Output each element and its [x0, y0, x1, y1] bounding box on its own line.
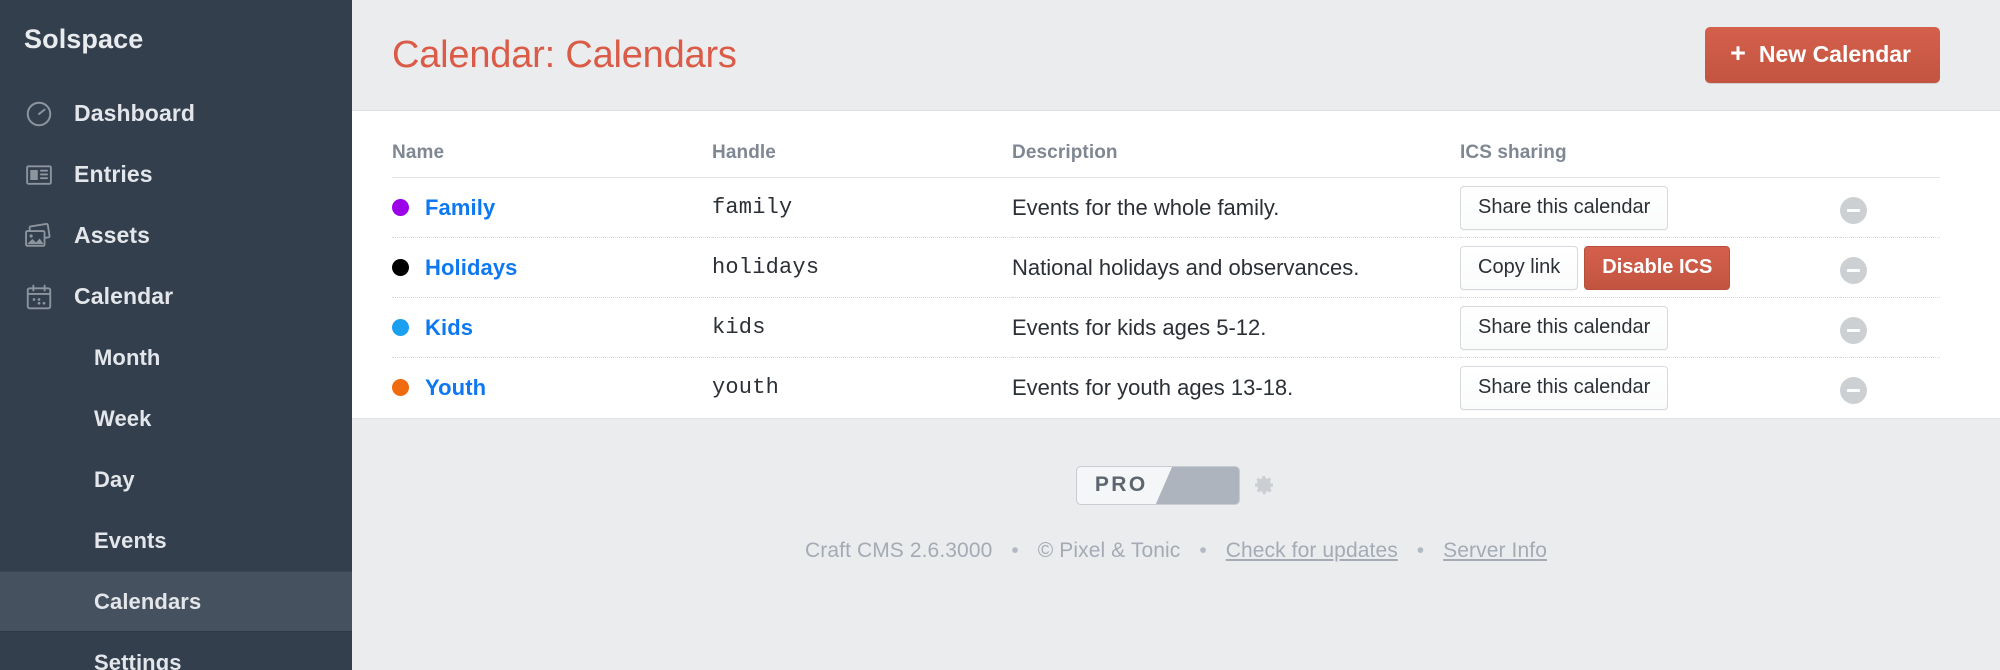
sidebar-item-label: Assets	[74, 222, 151, 248]
cell-name: Family	[392, 177, 712, 238]
footer-separator: •	[1416, 538, 1425, 562]
table-header-row: Name Handle Description ICS sharing	[392, 111, 1940, 178]
footer-separator: •	[1011, 538, 1019, 562]
cell-description: Events for kids ages 5-12.	[1012, 297, 1460, 358]
sidebar-nav: Dashboard Entries Assets Calendar Month …	[0, 83, 352, 670]
sidebar-subitem-label: Settings	[94, 649, 182, 670]
footer-version: Craft CMS 2.6.3000	[805, 538, 993, 562]
cell-ics-sharing: Share this calendar	[1460, 297, 1840, 358]
minus-circle-icon[interactable]	[1840, 316, 1867, 344]
cell-ics-sharing: Copy link Disable ICS	[1460, 237, 1840, 298]
cell-handle: kids	[712, 297, 1012, 358]
minus-circle-icon[interactable]	[1840, 256, 1867, 284]
plus-icon: +	[1730, 38, 1746, 69]
calendars-table: Name Handle Description ICS sharing Fami…	[392, 111, 1940, 418]
cell-name: Kids	[392, 297, 712, 358]
table-head: Name Handle Description ICS sharing	[392, 111, 1940, 178]
sidebar-subitem-label: Month	[94, 344, 161, 370]
cell-ics-sharing: Share this calendar	[1460, 358, 1840, 418]
share-calendar-button[interactable]: Share this calendar	[1460, 185, 1669, 230]
calendar-name-link[interactable]: Kids	[425, 315, 473, 341]
calendar-color-dot	[392, 319, 409, 336]
brand-logo: Solspace	[24, 24, 144, 54]
sidebar-item-calendar[interactable]: Calendar	[0, 266, 352, 327]
calendars-panel: Name Handle Description ICS sharing Fami…	[352, 110, 2000, 419]
photos-icon	[22, 219, 56, 253]
edition-badge[interactable]: PRO trial	[1075, 465, 1241, 505]
cell-delete	[1840, 177, 1940, 238]
sidebar-subitem-label: Day	[94, 466, 135, 492]
main-content: Calendar: Calendars + New Calendar Name …	[352, 0, 2000, 670]
minus-circle-icon[interactable]	[1840, 196, 1867, 224]
calendar-color-dot	[392, 199, 409, 216]
calendar-name-link[interactable]: Family	[425, 195, 495, 221]
server-info-link[interactable]: Server Info	[1443, 539, 1547, 562]
sidebar-item-month[interactable]: Month	[0, 327, 352, 388]
sidebar-item-calendars[interactable]: Calendars	[0, 571, 352, 632]
sidebar-subitem-label: Week	[94, 405, 152, 431]
table-row: Holidays holidays National holidays and …	[392, 237, 1940, 298]
table-body: Family family Events for the whole famil…	[392, 177, 1940, 418]
new-calendar-button-label: New Calendar	[1758, 41, 1911, 67]
sidebar-item-day[interactable]: Day	[0, 449, 352, 510]
page-footer: PRO trial Craft CMS 2.6.3000 • © Pixel &…	[352, 418, 2000, 563]
sidebar-item-dashboard[interactable]: Dashboard	[0, 83, 352, 144]
cell-name: Youth	[392, 358, 712, 418]
cell-delete	[1840, 358, 1940, 418]
edition-primary-label: PRO	[1076, 466, 1156, 504]
table-row: Kids kids Events for kids ages 5-12. Sha…	[392, 297, 1940, 358]
column-header-ics-sharing: ICS sharing	[1460, 111, 1840, 178]
sidebar-item-events[interactable]: Events	[0, 510, 352, 571]
sidebar-item-label: Dashboard	[74, 100, 196, 126]
column-header-actions	[1840, 111, 1940, 178]
gauge-icon	[22, 97, 56, 131]
calendar-color-dot	[392, 259, 409, 276]
gear-icon[interactable]	[1252, 473, 1276, 497]
sidebar-item-settings[interactable]: Settings	[0, 632, 352, 670]
calendar-name-link[interactable]: Youth	[425, 375, 486, 401]
cell-handle: youth	[712, 375, 780, 401]
cell-description: National holidays and observances.	[1012, 237, 1460, 298]
sidebar-subitem-label: Calendars	[94, 588, 202, 614]
sidebar-item-week[interactable]: Week	[0, 388, 352, 449]
page-title: Calendar: Calendars	[392, 34, 737, 76]
cell-handle: holidays	[712, 237, 1012, 298]
cell-description: Events for the whole family.	[1012, 177, 1460, 238]
cell-handle: family	[712, 177, 1012, 238]
edition-divider	[1154, 466, 1172, 504]
table-row: Youth youth Events for youth ages 13-18.…	[392, 358, 1940, 418]
disable-ics-button[interactable]: Disable ICS	[1584, 245, 1731, 290]
new-calendar-button[interactable]: + New Calendar	[1705, 27, 1940, 83]
sidebar-subitem-label: Events	[94, 527, 167, 553]
sidebar-item-label: Calendar	[74, 283, 174, 309]
sidebar-item-entries[interactable]: Entries	[0, 144, 352, 205]
cell-ics-sharing: Share this calendar	[1460, 177, 1840, 238]
cell-description: Events for youth ages 13-18.	[1012, 374, 1294, 400]
check-for-updates-link[interactable]: Check for updates	[1226, 539, 1398, 562]
sidebar-item-assets[interactable]: Assets	[0, 205, 352, 266]
copy-link-button[interactable]: Copy link	[1460, 245, 1579, 290]
newspaper-icon	[22, 158, 56, 192]
footer-separator: •	[1199, 538, 1207, 562]
column-header-name: Name	[392, 111, 712, 178]
minus-circle-icon[interactable]	[1840, 376, 1867, 404]
share-calendar-button[interactable]: Share this calendar	[1460, 365, 1669, 410]
edition-badge-group: PRO trial	[1075, 465, 1276, 505]
share-calendar-button[interactable]: Share this calendar	[1460, 305, 1669, 350]
footer-links: Craft CMS 2.6.3000 • © Pixel & Tonic • C…	[352, 539, 2000, 563]
calendar-color-dot	[392, 379, 409, 397]
calendar-icon	[22, 280, 56, 314]
sidebar: Solspace Dashboard Entries Assets Calend…	[0, 0, 352, 670]
cell-delete	[1840, 297, 1940, 358]
sidebar-item-label: Entries	[74, 161, 153, 187]
column-header-description: Description	[1012, 111, 1460, 178]
cell-name: Holidays	[392, 237, 712, 298]
table-row: Family family Events for the whole famil…	[392, 177, 1940, 238]
cell-delete	[1840, 237, 1940, 298]
page-header: Calendar: Calendars + New Calendar	[352, 0, 2000, 110]
footer-copyright: © Pixel & Tonic	[1037, 538, 1181, 562]
calendar-name-link[interactable]: Holidays	[425, 255, 518, 281]
column-header-handle: Handle	[712, 111, 1012, 178]
app-root: Solspace Dashboard Entries Assets Calend…	[0, 0, 2000, 670]
